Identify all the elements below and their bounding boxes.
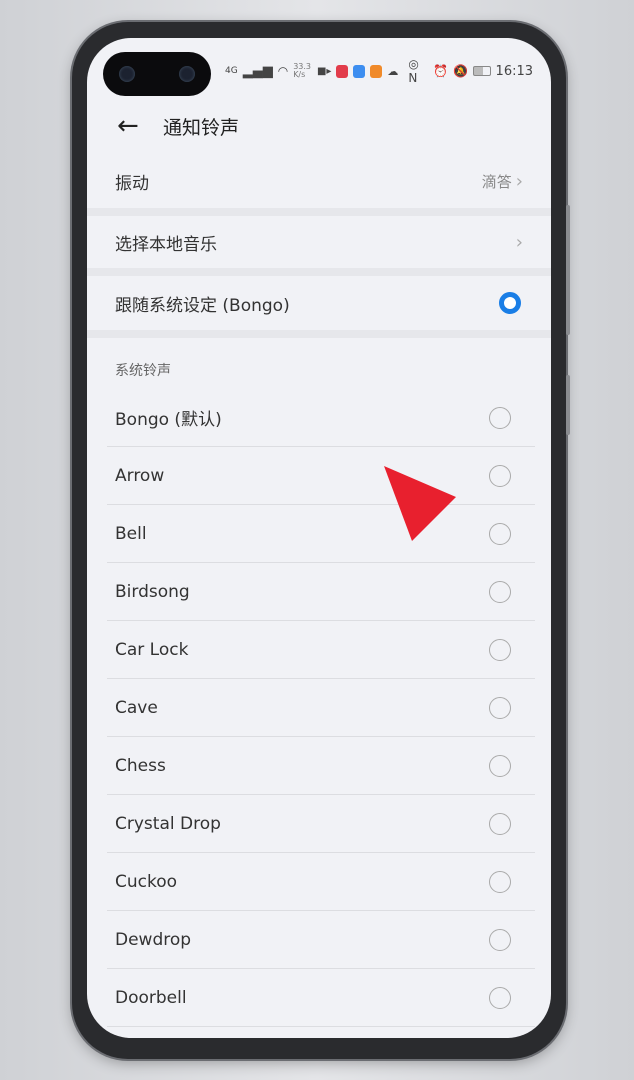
screen: 4G ▂▄▆ ◠ 33.3 K/s ■▸ ☁ ◎ N ⏰ 🔕 16:13 ← 通… [87,38,551,1038]
vibration-value: 滴答 [481,173,512,191]
battery-icon [473,66,491,76]
radio-selected[interactable] [499,292,521,314]
app-icon [336,64,349,78]
video-icon: ■▸ [316,65,332,77]
ringtone-item[interactable]: Arrow [107,447,535,505]
arrow-left-icon[interactable]: ← [117,111,139,141]
ringtone-label: Cave [115,697,158,718]
clock: 16:13 [495,63,534,79]
local-music-label: 选择本地音乐 [115,234,217,255]
ringtone-label: Arrow [115,465,165,486]
ringtone-label: Cuckoo [115,871,178,892]
ringtone-item[interactable]: Crystal Drop [107,795,535,853]
radio-button[interactable] [489,812,511,835]
ringtone-item[interactable]: Birdsong [107,563,535,621]
ringtone-label: Chess [115,755,166,776]
net-speed: 33.3 K/s [293,62,311,79]
alarm-icon: ⏰ [433,64,449,78]
local-music-row[interactable]: 选择本地音乐 › [87,216,551,268]
ringtone-item[interactable]: Car Lock [107,621,535,679]
radio-button[interactable] [489,464,511,487]
volume-button [566,205,570,335]
ringtone-item[interactable]: Cuckoo [107,853,535,911]
power-button [566,375,570,435]
section-title: 系统铃声 [115,363,171,379]
radio-button[interactable] [489,696,511,719]
divider [87,208,551,216]
ringtone-label: Dewdrop [115,929,192,950]
ringtone-label: Birdsong [115,581,190,602]
ringtone-label: Bell [115,523,147,544]
radio-button[interactable] [489,754,511,777]
wifi-icon: ◠ [277,64,289,78]
radio-button[interactable] [489,638,511,661]
ringtone-item[interactable]: Bongo (默认) [107,389,535,447]
ringtone-label: Car Lock [115,639,189,660]
vibration-label: 振动 [115,174,149,194]
chevron-right-icon: › [515,231,523,253]
ringtone-label: Crystal Drop [115,813,221,834]
radio-button[interactable] [489,986,511,1009]
ringtone-item[interactable]: Chess [107,737,535,795]
ringtone-item[interactable]: Dewdrop [107,911,535,969]
app-icon [353,64,366,78]
network-type: 4G [225,66,238,76]
ringtone-item[interactable]: Cave [107,679,535,737]
follow-system-label: 跟随系统设定 (Bongo) [115,295,290,316]
ringtone-label: Doorbell [115,987,187,1008]
mute-icon: 🔕 [453,64,469,78]
vibration-row[interactable]: 振动 滴答 › [87,155,551,208]
radio-button[interactable] [489,522,511,545]
ringtone-item[interactable]: Doorbell [107,969,535,1027]
radio-button[interactable] [489,580,511,603]
camera-cutout [103,52,211,96]
divider [87,330,551,338]
ringtone-label: Bongo (默认) [115,410,222,430]
app-icon [370,64,383,78]
page-title: 通知铃声 [163,116,240,139]
divider [87,268,551,276]
radio-button[interactable] [489,928,511,951]
header: ← 通知铃声 [87,106,551,146]
follow-system-row[interactable]: 跟随系统设定 (Bongo) [87,276,551,330]
cloud-icon: ☁ [387,64,399,78]
nfc-icon: ◎ N [408,57,419,85]
radio-button[interactable] [489,870,511,893]
ringtone-item[interactable]: Bell [107,505,535,563]
radio-button[interactable] [489,406,511,429]
status-bar: 4G ▂▄▆ ◠ 33.3 K/s ■▸ ☁ ◎ N ⏰ 🔕 16:13 [225,57,534,85]
signal-icon: ▂▄▆ [242,63,273,79]
chevron-right-icon: › [515,171,523,192]
